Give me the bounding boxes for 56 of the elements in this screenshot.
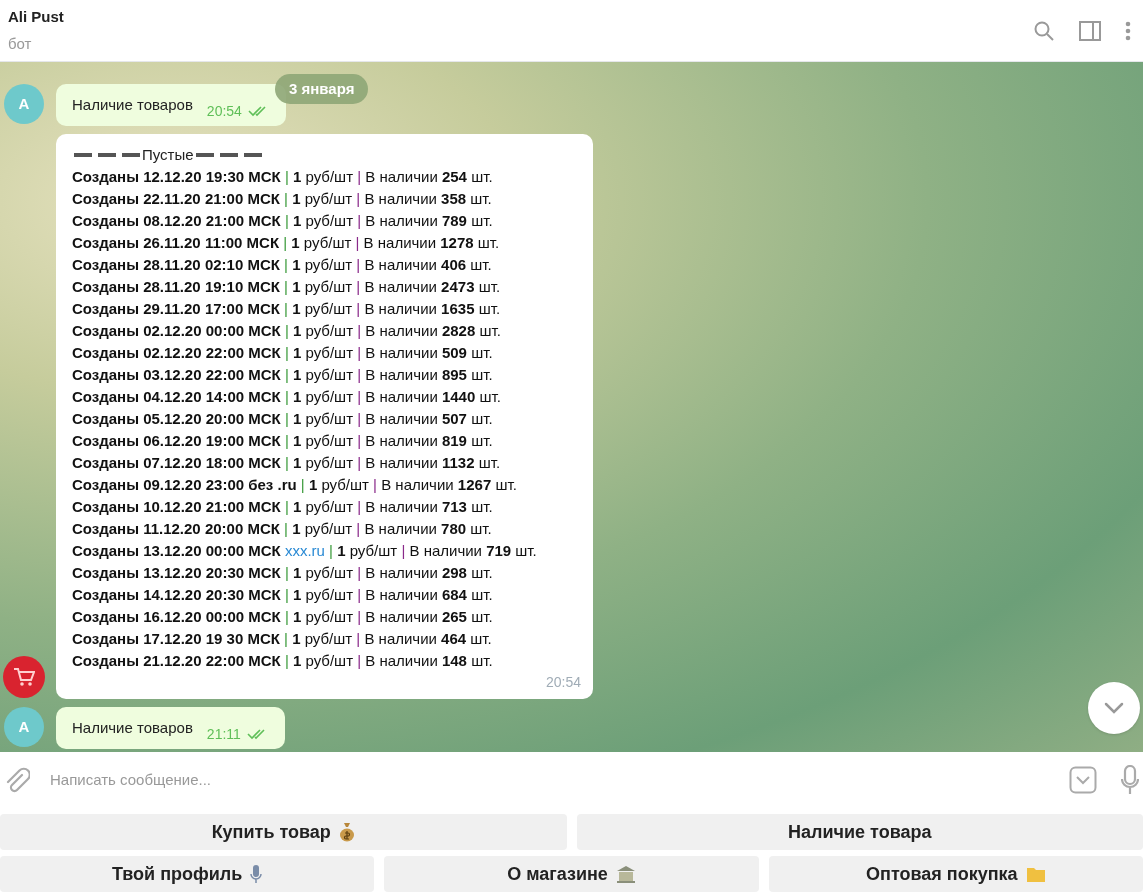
search-icon[interactable] <box>1033 19 1055 42</box>
stock-line: Созданы 03.12.20 22:00 МСК | 1 руб/шт | В наличии 895 шт. <box>72 365 494 385</box>
more-menu-icon[interactable] <box>1125 20 1131 41</box>
avatar: A <box>4 84 44 124</box>
keyboard-button[interactable]: Наличие товара <box>576 814 1143 850</box>
avatar: A <box>4 707 44 747</box>
scroll-down-button[interactable] <box>1088 682 1140 734</box>
keyboard-button[interactable]: Купить товар <box>0 814 567 850</box>
dashes-icon <box>72 152 142 158</box>
stock-line: Созданы 07.12.20 18:00 МСК | 1 руб/шт | В наличии 1132 шт. <box>72 453 502 473</box>
heading-text: Пустые <box>142 144 194 165</box>
stock-line: Созданы 09.12.20 23:00 без .ru | 1 руб/шт | В наличии 1267 шт. <box>72 475 518 495</box>
stock-line: Созданы 12.12.20 19:30 МСК | 1 руб/шт | В наличии 254 шт. <box>72 167 494 187</box>
stock-line: Созданы 13.12.20 00:00 МСК xxx.ru | 1 руб/шт | В наличии 719 шт. <box>72 541 538 561</box>
chevron-down-icon <box>1104 702 1124 714</box>
stock-line: Созданы 10.12.20 21:00 МСК | 1 руб/шт | В наличии 713 шт. <box>72 497 494 517</box>
stock-line: Созданы 11.12.20 20:00 МСК | 1 руб/шт | В наличии 780 шт. <box>72 519 493 539</box>
message-text: Наличие товаров <box>72 94 193 115</box>
stock-line: Созданы 05.12.20 20:00 МСК | 1 руб/шт | В наличии 507 шт. <box>72 409 494 429</box>
stock-line: Созданы 14.12.20 20:30 МСК | 1 руб/шт | В наличии 684 шт. <box>72 585 494 605</box>
microphone-icon <box>250 864 263 884</box>
paperclip-icon[interactable] <box>4 765 30 795</box>
message-time: 20:54 <box>206 101 242 121</box>
message-time: 21:11 <box>206 724 241 744</box>
cart-icon <box>13 667 35 687</box>
message-time: 20:54 <box>545 673 581 692</box>
message-input[interactable]: Написать сообщение... <box>50 768 1069 792</box>
keyboard-button[interactable]: Твой профиль <box>0 856 375 892</box>
microphone-icon[interactable] <box>1121 765 1139 795</box>
stock-line: Созданы 29.11.20 17:00 МСК | 1 руб/шт | В наличии 1635 шт. <box>72 299 502 319</box>
stock-line: Созданы 08.12.20 21:00 МСК | 1 руб/шт | В наличии 789 шт. <box>72 211 494 231</box>
stock-line: Созданы 02.12.20 00:00 МСК | 1 руб/шт | В наличии 2828 шт. <box>72 321 502 341</box>
message-text: Наличие товаров <box>72 717 193 738</box>
stock-line: Созданы 02.12.20 22:00 МСК | 1 руб/шт | В наличии 509 шт. <box>72 343 494 363</box>
stock-line: Созданы 28.11.20 02:10 МСК | 1 руб/шт | В наличии 406 шт. <box>72 255 493 275</box>
stock-line: Созданы 17.12.20 19 30 МСК | 1 руб/шт | В наличии 464 шт. <box>72 629 493 649</box>
chat-title: Ali Pust <box>8 7 65 27</box>
stock-line: Созданы 22.11.20 21:00 МСК | 1 руб/шт | В наличии 358 шт. <box>72 189 493 209</box>
dashes-icon <box>193 152 264 158</box>
money-bag-icon <box>338 822 355 842</box>
stock-line: Созданы 16.12.20 00:00 МСК | 1 руб/шт | В наличии 265 шт. <box>72 607 494 627</box>
bank-icon <box>615 864 636 884</box>
chat-subtitle: бот <box>8 33 33 54</box>
stock-line: Созданы 13.12.20 20:30 МСК | 1 руб/шт | В наличии 298 шт. <box>72 563 494 583</box>
link[interactable]: xxx.ru <box>284 542 325 559</box>
date-badge: 3 января <box>275 74 369 104</box>
stock-line: Созданы 04.12.20 14:00 МСК | 1 руб/шт | В наличии 1440 шт. <box>72 387 502 407</box>
stock-line: Созданы 26.11.20 11:00 МСК | 1 руб/шт | В наличии 1278 шт. <box>72 233 501 253</box>
stock-line: Созданы 06.12.20 19:00 МСК | 1 руб/шт | В наличии 819 шт. <box>72 431 494 451</box>
keyboard-toggle-icon[interactable] <box>1069 766 1097 794</box>
keyboard-button[interactable]: Оптовая покупка <box>768 856 1143 892</box>
folder-icon <box>1025 865 1046 883</box>
keyboard-button[interactable]: О магазине <box>384 856 759 892</box>
stock-line: Созданы 28.11.20 19:10 МСК | 1 руб/шт | В наличии 2473 шт. <box>72 277 502 297</box>
stock-line: Созданы 21.12.20 22:00 МСК | 1 руб/шт | В наличии 148 шт. <box>72 651 494 671</box>
sidebar-toggle-icon[interactable] <box>1079 20 1101 41</box>
